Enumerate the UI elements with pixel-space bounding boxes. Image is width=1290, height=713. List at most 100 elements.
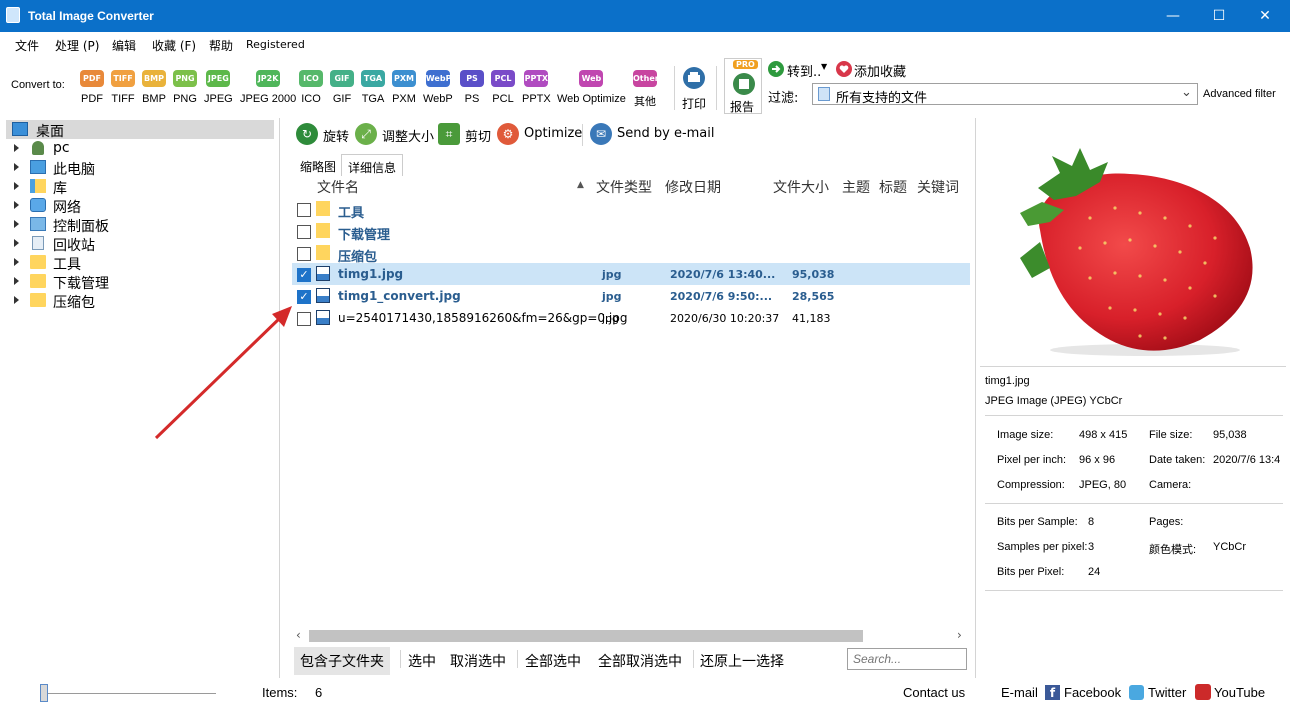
prop-value: 2020/7/6 13:4 — [1213, 454, 1281, 466]
scroll-left-arrow[interactable]: ‹ — [296, 628, 301, 642]
tree-item-label: 此电脑 — [53, 162, 95, 178]
expand-arrow-icon[interactable] — [14, 239, 19, 247]
contact-link[interactable]: Contact us — [903, 685, 965, 700]
horizontal-scrollbar-thumb[interactable] — [309, 630, 863, 642]
network-icon — [30, 198, 46, 212]
tree-item-network[interactable]: 网络 — [6, 196, 276, 216]
row-checkbox[interactable]: ✓ — [297, 268, 311, 282]
sort-ascending-icon: ▲ — [577, 180, 584, 190]
minimize-button[interactable]: — — [1150, 0, 1196, 32]
convert-webp-button[interactable]: WebP WebP — [423, 70, 453, 105]
convert-ps-button[interactable]: PS PS — [460, 70, 484, 105]
expand-arrow-icon[interactable] — [14, 277, 19, 285]
tree-item-recycle-bin[interactable]: 回收站 — [6, 234, 276, 254]
column-name[interactable]: 文件名 — [317, 177, 359, 197]
file-row[interactable]: ✓ timg1_convert.jpg jpg 2020/7/6 9:50:... 28… — [292, 285, 970, 307]
row-checkbox[interactable] — [297, 225, 311, 239]
convert-tiff-button[interactable]: TIFF TIFF — [111, 70, 135, 105]
splitter[interactable] — [975, 118, 976, 678]
print-button[interactable]: 打印 — [680, 66, 708, 112]
tab-details[interactable]: 详细信息 — [341, 154, 404, 176]
tree-item-library[interactable]: 库 — [6, 177, 276, 197]
tree-item-label: pc — [53, 140, 70, 156]
select-button[interactable]: 选中 — [408, 651, 436, 671]
convert-其他-button[interactable]: Other 其他 — [633, 70, 659, 109]
facebook-icon[interactable]: f — [1045, 685, 1060, 700]
expand-arrow-icon[interactable] — [14, 163, 19, 171]
facebook-link[interactable]: Facebook — [1064, 685, 1121, 700]
zoom-slider-thumb[interactable] — [40, 684, 48, 702]
menu-edit[interactable]: 编辑 — [112, 37, 136, 54]
select-all-button[interactable]: 全部选中 — [525, 651, 581, 671]
convert-gif-button[interactable]: GIF GIF — [330, 70, 354, 105]
scroll-right-arrow[interactable]: › — [957, 628, 962, 642]
expand-arrow-icon[interactable] — [14, 220, 19, 228]
deselect-all-button[interactable]: 全部取消选中 — [598, 651, 682, 671]
format-badge-icon: JP2K — [256, 70, 281, 87]
file-name: u=2540171430,1858916260&fm=26&gp=0.jpg — [338, 311, 628, 325]
column-size[interactable]: 文件大小 — [773, 177, 829, 197]
convert-jpeg-button[interactable]: JPEG JPEG — [204, 70, 233, 105]
report-button[interactable]: PRO 报告 — [724, 58, 762, 114]
folder-row[interactable]: 下载管理 — [292, 220, 970, 243]
folder-row[interactable]: 工具 — [292, 198, 970, 221]
tree-item-pc[interactable]: pc — [6, 139, 276, 158]
expand-arrow-icon[interactable] — [14, 201, 19, 209]
tree-item-this-pc[interactable]: 此电脑 — [6, 158, 276, 178]
youtube-icon[interactable] — [1195, 684, 1211, 700]
menu-file[interactable]: 文件 — [15, 37, 39, 54]
column-subject[interactable]: 主题 — [842, 177, 870, 197]
tree-item-control-panel[interactable]: 控制面板 — [6, 215, 276, 235]
search-input[interactable] — [847, 648, 967, 670]
row-checkbox[interactable] — [297, 203, 311, 217]
convert-pptx-button[interactable]: PPTX PPTX — [522, 70, 551, 105]
youtube-link[interactable]: YouTube — [1214, 685, 1265, 700]
tree-item-downloads[interactable]: 下载管理 — [6, 272, 276, 292]
include-subfolders-button[interactable]: 包含子文件夹 — [294, 647, 390, 675]
window-title: Total Image Converter — [28, 9, 154, 23]
restore-selection-button[interactable]: 还原上一选择 — [700, 651, 784, 671]
filter-select[interactable]: 所有支持的文件 ⌄ — [812, 83, 1198, 106]
column-date[interactable]: 修改日期 — [665, 177, 721, 197]
expand-arrow-icon[interactable] — [14, 182, 19, 190]
convert-bmp-button[interactable]: BMP BMP — [142, 70, 166, 105]
convert-pxm-button[interactable]: PXM PXM — [392, 70, 416, 105]
format-label: BMP — [142, 93, 166, 105]
convert-png-button[interactable]: PNG PNG — [173, 70, 197, 105]
menu-favorites[interactable]: 收藏 (F) — [152, 37, 196, 54]
maximize-button[interactable]: ☐ — [1196, 0, 1242, 32]
menu-help[interactable]: 帮助 — [209, 37, 233, 54]
advanced-filter-link[interactable]: Advanced filter — [1203, 88, 1276, 100]
expand-arrow-icon[interactable] — [14, 144, 19, 152]
column-keywords[interactable]: 关键词 — [917, 177, 959, 197]
tab-thumbnails[interactable]: 缩略图 — [294, 154, 342, 176]
column-header: 文件名 ▲ 文件类型 修改日期 文件大小 主题 标题 关键词 — [290, 176, 970, 196]
menu-process[interactable]: 处理 (P) — [55, 37, 99, 54]
tree-item-tools[interactable]: 工具 — [6, 253, 276, 273]
close-button[interactable]: ✕ — [1242, 0, 1288, 32]
convert-tga-button[interactable]: TGA TGA — [361, 70, 385, 105]
prop-label: Image size: — [997, 429, 1054, 441]
convert-jpeg-2000-button[interactable]: JP2K JPEG 2000 — [240, 70, 296, 105]
expand-arrow-icon[interactable] — [14, 296, 19, 304]
convert-pdf-button[interactable]: PDF PDF — [80, 70, 104, 105]
column-type[interactable]: 文件类型 — [596, 177, 652, 197]
divider — [985, 415, 1283, 416]
folder-row[interactable]: 压缩包 — [292, 242, 970, 265]
twitter-link[interactable]: Twitter — [1148, 685, 1186, 700]
convert-web-optimize-button[interactable]: Web Web Optimize — [557, 70, 626, 105]
convert-ico-button[interactable]: ICO ICO — [299, 70, 323, 105]
computer-icon — [30, 160, 46, 174]
file-row[interactable]: u=2540171430,1858916260&fm=26&gp=0.jpg jp… — [292, 307, 970, 329]
zoom-slider-track[interactable] — [44, 693, 216, 694]
column-title[interactable]: 标题 — [879, 177, 907, 197]
file-row[interactable]: ✓ timg1.jpg jpg 2020/7/6 13:40... 95,038 — [292, 263, 970, 285]
convert-pcl-button[interactable]: PCL PCL — [491, 70, 515, 105]
tree-item-desktop[interactable]: 桌面 — [6, 120, 274, 140]
menu-registered: Registered — [246, 38, 305, 51]
row-checkbox[interactable] — [297, 247, 311, 261]
expand-arrow-icon[interactable] — [14, 258, 19, 266]
deselect-button[interactable]: 取消选中 — [450, 651, 506, 671]
twitter-icon[interactable] — [1129, 685, 1144, 700]
email-link[interactable]: E-mail — [1001, 685, 1038, 700]
